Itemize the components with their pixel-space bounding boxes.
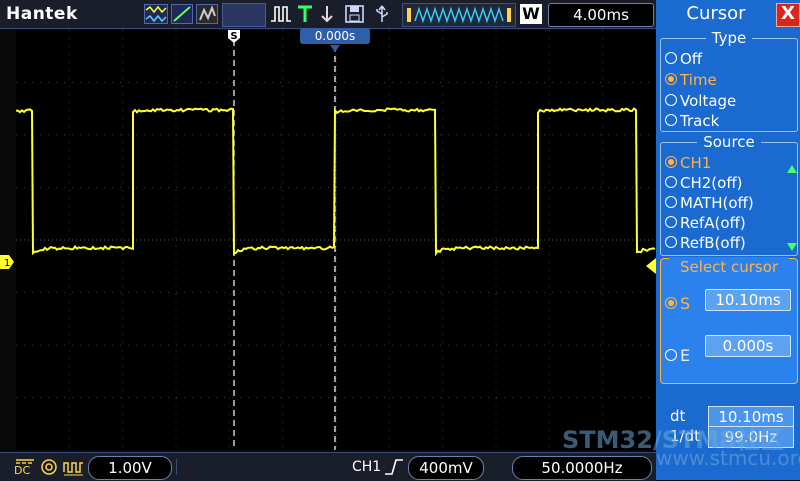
type-option-track[interactable]: Track xyxy=(665,111,719,131)
top-status-bar: Hantek W 4.00ms xyxy=(0,0,656,29)
run-stop-icon[interactable] xyxy=(270,3,292,25)
cursor-source-group: Source CH1 CH2(off) MATH(off) RefA(off) … xyxy=(660,142,798,256)
memory-waveform-indicator xyxy=(402,3,516,27)
trigger-position-arrow xyxy=(330,45,340,52)
window-mode-badge: W xyxy=(520,4,542,24)
coupling-label: DC xyxy=(14,465,30,477)
trigger-level-readout[interactable]: 400mV xyxy=(408,456,484,480)
type-option-time[interactable]: Time xyxy=(665,70,717,90)
rising-edge-icon xyxy=(384,456,404,478)
ch1-volts-per-div[interactable]: 1.00V xyxy=(88,456,172,480)
cursor-s-value[interactable]: 10.10ms xyxy=(705,289,791,311)
frequency-readout: 50.0000Hz xyxy=(512,456,652,480)
bottom-status-bar: DC 1.00V CH1 400mV 50.0000Hz xyxy=(0,452,656,481)
source-option-refa[interactable]: RefA(off) xyxy=(665,213,746,233)
type-option-off[interactable]: Off xyxy=(665,49,702,69)
trigger-arrow-icon xyxy=(318,3,336,25)
trigger-status-box xyxy=(222,3,266,27)
channel-1-marker[interactable]: 1 xyxy=(0,254,14,268)
cursor-type-group: Type Off Time Voltage Track xyxy=(660,38,798,132)
graticule: S xyxy=(16,30,656,450)
trigger-level-marker xyxy=(646,258,656,274)
timebase-readout[interactable]: 4.00ms xyxy=(548,3,654,27)
brand-logo: Hantek xyxy=(6,3,78,25)
cursor-menu-panel: Cursor X Type Off Time Voltage Track Sou… xyxy=(656,0,800,480)
scroll-down-icon[interactable] xyxy=(787,243,797,251)
probe-icon xyxy=(38,456,60,478)
waveform-display-icon[interactable] xyxy=(144,3,168,25)
waveform-display[interactable]: S xyxy=(16,30,656,450)
cursor-e-option[interactable]: E xyxy=(665,345,690,367)
source-option-ch1[interactable]: CH1 xyxy=(665,153,711,173)
panel-header: Cursor X xyxy=(656,0,800,28)
source-option-refb[interactable]: RefB(off) xyxy=(665,233,746,253)
close-button[interactable]: X xyxy=(776,3,800,27)
type-option-voltage[interactable]: Voltage xyxy=(665,91,736,111)
cursor-s-marker-label: S xyxy=(230,31,237,42)
cursor-s-option[interactable]: S xyxy=(665,293,690,315)
ramp-icon[interactable] xyxy=(171,3,193,25)
panel-title: Cursor xyxy=(656,2,776,26)
inverse-dt-label: 1/dt xyxy=(670,426,700,446)
divider xyxy=(176,459,177,475)
scroll-up-icon[interactable] xyxy=(787,165,797,173)
inverse-dt-value: 99.0Hz xyxy=(708,426,794,448)
usb-icon xyxy=(372,3,392,25)
trigger-source-label: CH1 xyxy=(352,456,381,478)
dt-value: 10.10ms xyxy=(708,406,794,428)
trigger-position-readout: 0.000s xyxy=(300,28,370,44)
channel-1-marker-label: 1 xyxy=(4,258,10,269)
bandwidth-limit-icon xyxy=(62,456,84,478)
source-option-math[interactable]: MATH(off) xyxy=(665,193,754,213)
select-cursor-group: Select cursor S 10.10ms E 0.000s xyxy=(660,258,798,384)
cursor-type-group-title: Type xyxy=(706,29,752,47)
cursor-e-value[interactable]: 0.000s xyxy=(705,335,791,357)
save-icon[interactable] xyxy=(344,3,366,25)
select-cursor-title: Select cursor xyxy=(669,257,789,277)
source-option-ch2[interactable]: CH2(off) xyxy=(665,173,743,193)
cursor-source-group-title: Source xyxy=(697,133,761,151)
trigger-t-icon[interactable] xyxy=(296,3,314,25)
dt-label: dt xyxy=(670,406,685,426)
persistence-icon[interactable] xyxy=(196,3,218,25)
